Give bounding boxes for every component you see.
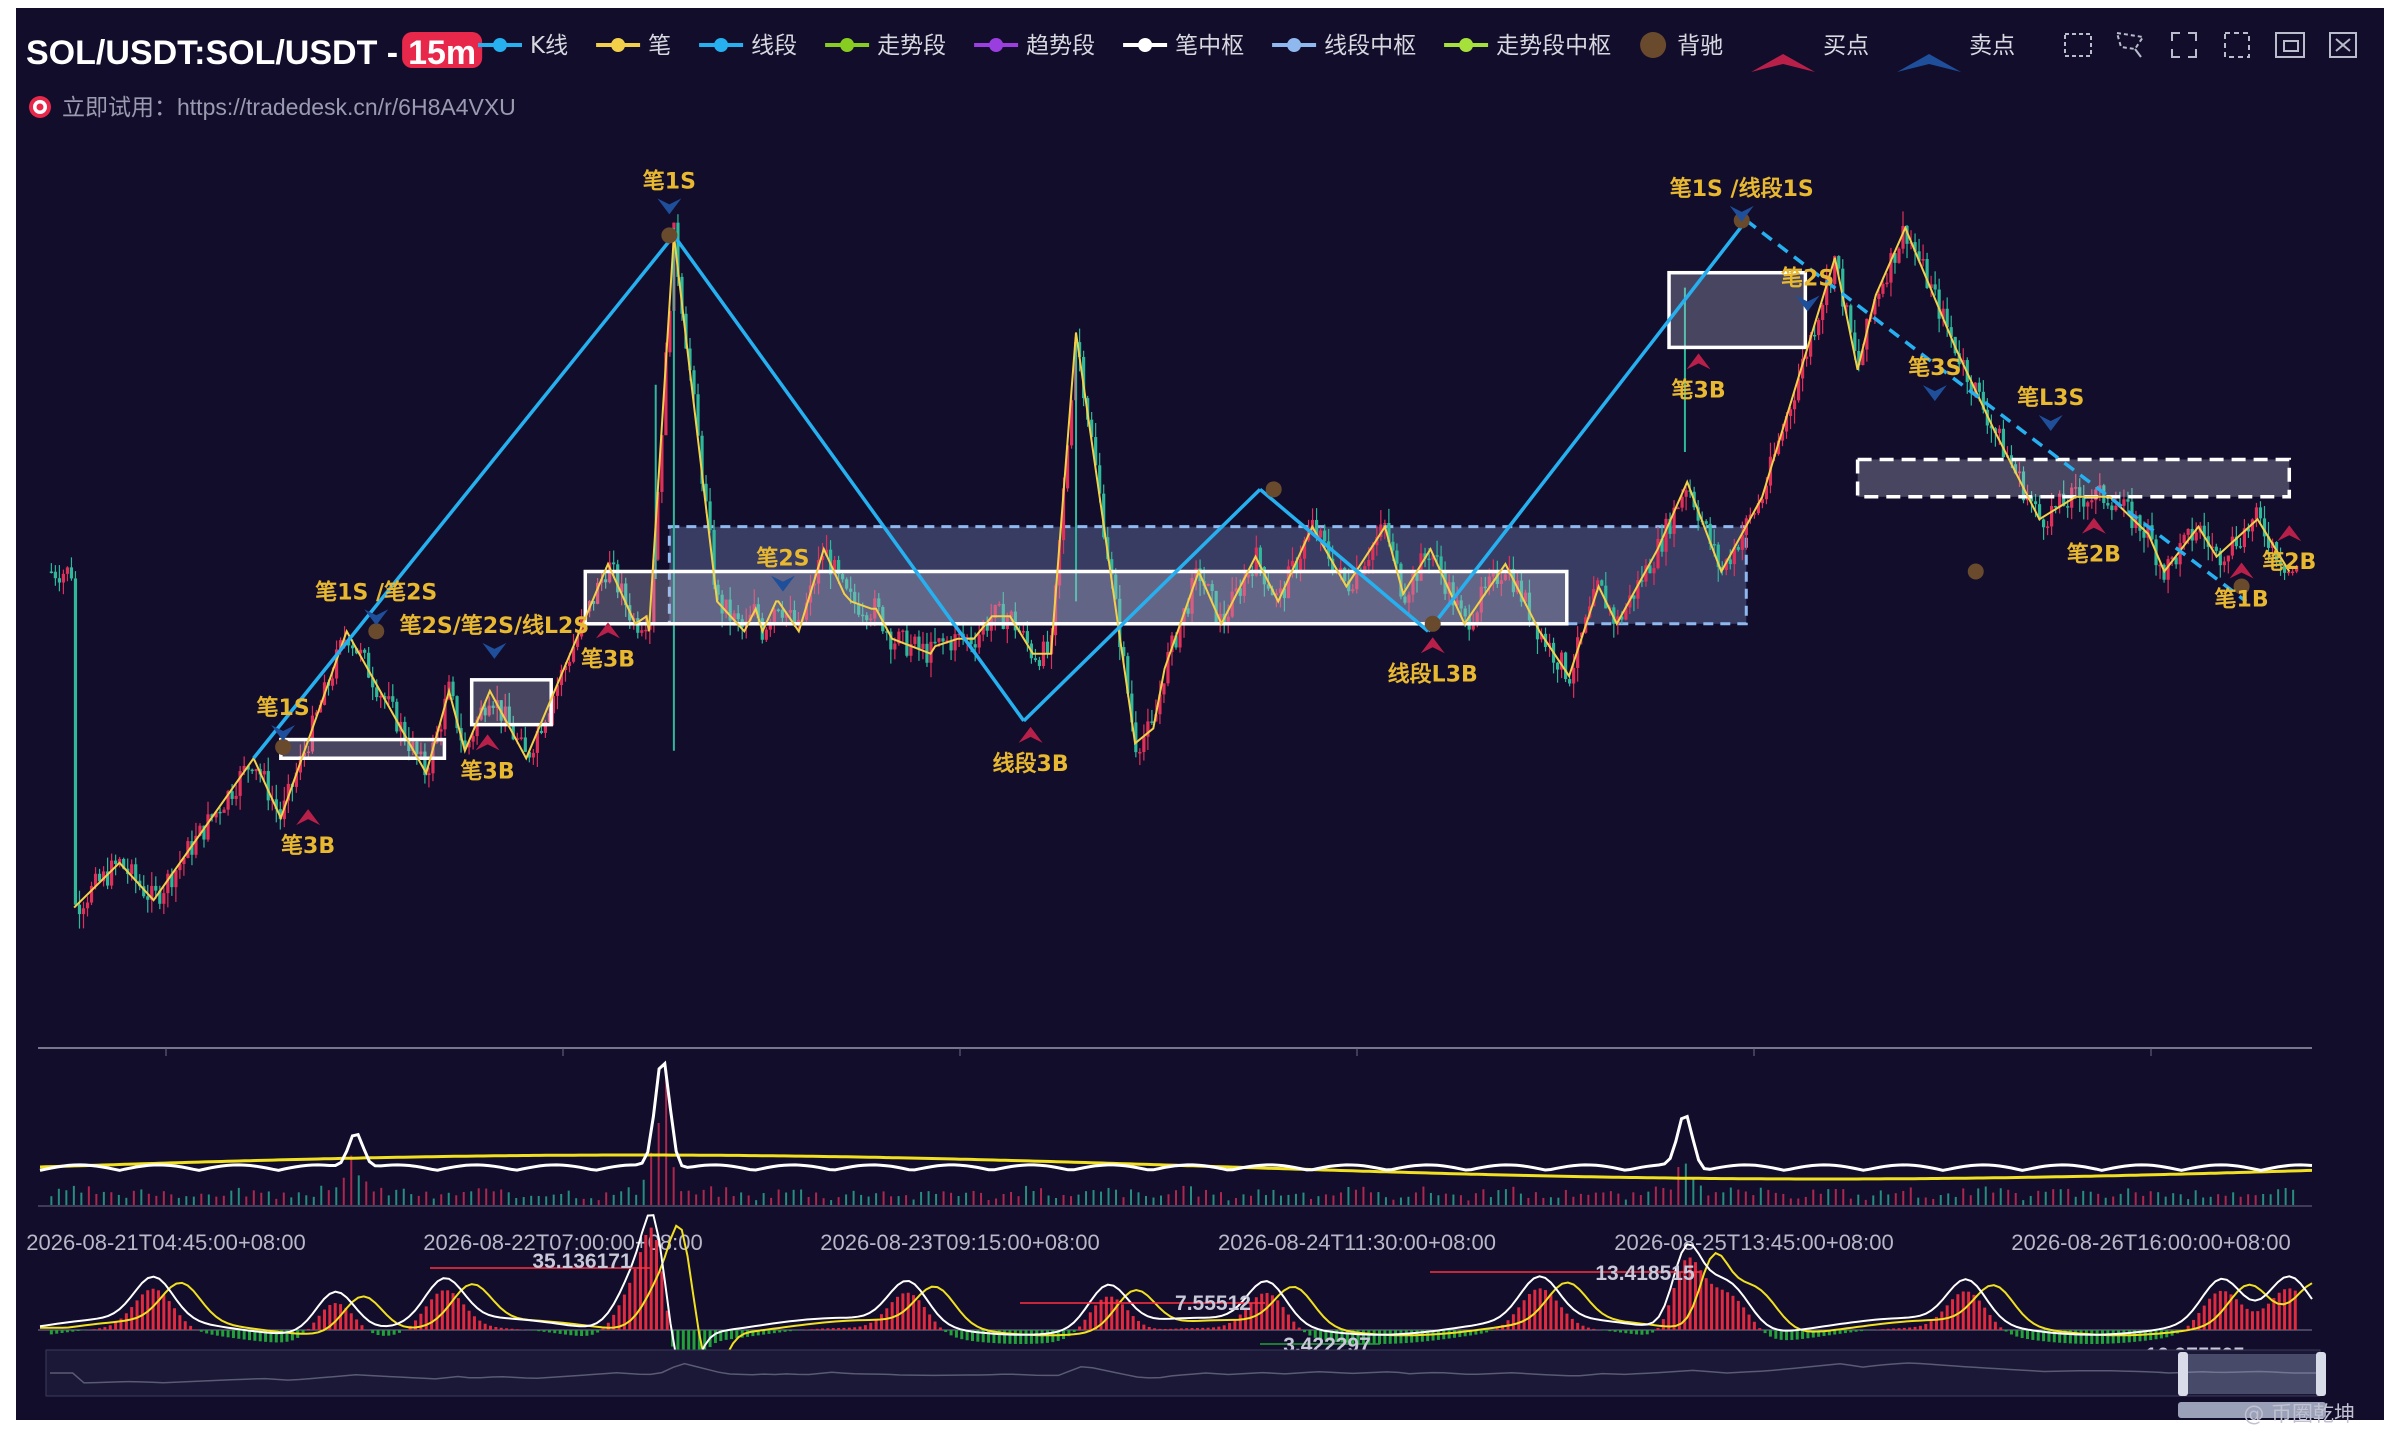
candle — [1564, 651, 1568, 683]
bi-pivot-box — [469, 678, 553, 727]
divergence-marker — [1265, 481, 1282, 498]
legend-label: 走势段 — [877, 33, 946, 59]
legend-label: 卖点 — [1969, 33, 2015, 59]
divergence-legend[interactable]: 背驰 — [1640, 32, 1723, 59]
candle — [1600, 579, 1604, 587]
time-tick-label: 2026-08-25T13:45:00+08:00 — [1614, 1230, 1894, 1255]
candle — [1897, 247, 1901, 264]
buy-signal-label: 笔2B — [2067, 542, 2121, 568]
sell-signal-label: 笔1S /笔2S — [315, 579, 437, 605]
chart-title: SOL/USDT:SOL/USDT - — [26, 34, 398, 72]
data-zoom-right-handle[interactable] — [2316, 1352, 2326, 1396]
candle — [73, 571, 78, 908]
legend-label: 笔中枢 — [1175, 33, 1244, 59]
buy-signal-label: 笔3B — [281, 833, 335, 859]
divergence-marker — [368, 623, 385, 640]
buy-signal-label: 笔3B — [1672, 377, 1726, 403]
time-tick-label: 2026-08-26T16:00:00+08:00 — [2011, 1230, 2291, 1255]
divergence-marker — [1967, 563, 1984, 580]
watermark: @ 币圈乾坤 — [2243, 1402, 2355, 1426]
legend-label: K线 — [530, 33, 568, 59]
data-zoom-left-handle[interactable] — [2178, 1352, 2188, 1396]
data-zoom-window[interactable] — [2186, 1354, 2320, 1394]
time-tick-label: 2026-08-24T11:30:00+08:00 — [1218, 1230, 1496, 1255]
legend-label: 线段中枢 — [1324, 33, 1416, 59]
divergence-marker — [661, 227, 678, 244]
buy-signal-label: 笔1B — [2215, 587, 2269, 613]
buy-signal-label: 笔3B — [461, 758, 515, 784]
promo-link[interactable]: 立即试用：https://tradedesk.cn/r/6H8A4VXU — [62, 94, 516, 120]
bi-pivot-box — [583, 569, 1569, 626]
sell-signal-label: 笔1S /线段1S — [1670, 176, 1814, 202]
buy-signal-label: 线段3B — [993, 751, 1069, 777]
sell-signal-label: 笔L3S — [2017, 385, 2084, 411]
divergence-legend-icon — [1640, 32, 1667, 58]
sell-signal-label: 笔3S — [1908, 355, 1961, 381]
legend-label: 笔 — [648, 33, 671, 59]
legend-label: 趋势段 — [1026, 33, 1095, 59]
legend-label: 走势段中枢 — [1496, 33, 1611, 59]
data-zoom-track[interactable] — [45, 1349, 2321, 1397]
target-icon — [29, 96, 51, 118]
timeframe-badge: 15m — [402, 32, 483, 72]
sell-signal-label: 笔2S — [1781, 266, 1834, 292]
legend-label: 买点 — [1823, 33, 1869, 59]
sell-signal-label: 笔1S — [643, 168, 696, 194]
bi-pivot-box — [1855, 457, 2292, 499]
sell-signal-label: 笔1S — [257, 695, 310, 721]
macd-value-label: 35.136171 — [532, 1250, 632, 1273]
candle — [395, 698, 399, 734]
buy-signal-label: 线段L3B — [1388, 661, 1478, 687]
time-tick-label: 2026-08-21T04:45:00+08:00 — [26, 1230, 306, 1255]
sell-signal-label: 笔2S — [756, 546, 809, 572]
macd-value-label: 7.55512 — [1175, 1292, 1251, 1315]
sell-signal-label: 笔2S/笔2S/线L2S — [400, 613, 590, 639]
buy-signal-label: 笔3B — [581, 646, 635, 672]
macd-value-label: 13.418515 — [1595, 1262, 1695, 1285]
buy-signal-label: 笔2B — [2262, 549, 2316, 575]
legend-label: 背驰 — [1677, 33, 1723, 59]
legend-label: 线段 — [751, 33, 797, 59]
time-tick-label: 2026-08-23T09:15:00+08:00 — [820, 1230, 1100, 1255]
chart-canvas: SOL/USDT:SOL/USDT - 15m 立即试用：https://tra… — [16, 8, 2384, 1426]
divergence-marker — [1424, 615, 1441, 632]
divergence-marker — [275, 739, 292, 756]
timeframe-label: 15m — [408, 34, 476, 72]
chart-background — [16, 8, 2384, 1420]
